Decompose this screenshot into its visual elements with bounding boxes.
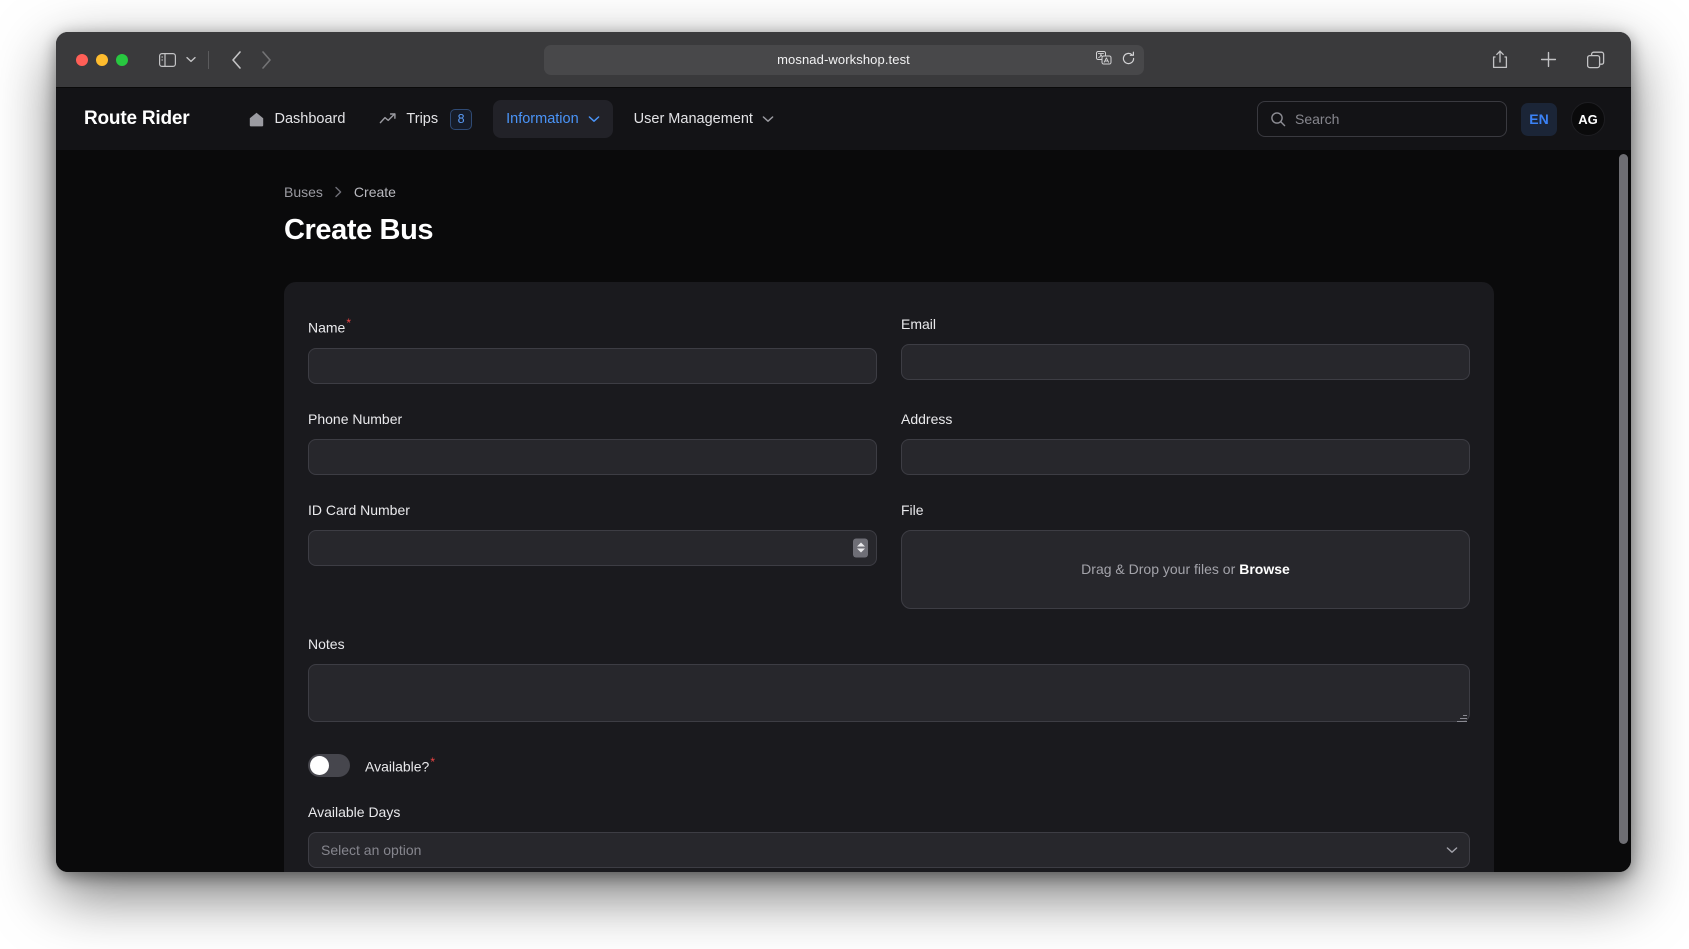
field-address: Address [901,411,1470,475]
browse-link[interactable]: Browse [1239,561,1290,577]
window-traffic-lights [76,53,128,66]
safari-browser-window: mosnad-workshop.test Route Rider Dashboa… [56,32,1631,872]
label-text: Name [308,319,346,336]
label-text: Available? [365,758,430,775]
chevron-down-icon [588,115,600,123]
stepper-up-icon[interactable] [856,542,865,547]
nav-item-label: User Management [633,111,753,127]
page-title: Create Bus [284,214,434,246]
form-grid: Name* Email Phone Number Address ID Card… [308,316,1470,872]
toggle-knob [310,755,329,775]
field-label-address: Address [901,410,953,427]
field-label-file: File [901,501,924,518]
translate-icon[interactable] [1095,51,1112,68]
field-id-card-number: ID Card Number [308,502,877,609]
field-available-days: Available Days Select an option [308,804,1470,868]
chevron-right-icon [334,186,343,198]
page-body: Buses Create Create Bus Name* Email Phon… [56,150,1631,872]
chevron-down-icon[interactable] [1446,846,1458,854]
share-icon[interactable] [1487,48,1513,72]
field-label-name: Name* [308,316,877,336]
content-container: Buses Create Create Bus Name* Email Phon… [56,184,1631,872]
toolbar-right-actions [1487,48,1609,72]
breadcrumb-item-create: Create [353,184,396,200]
id-card-number-input[interactable] [308,529,877,566]
page-scrollbar[interactable] [1619,154,1628,844]
create-bus-form-card: Name* Email Phone Number Address ID Card… [284,282,1494,872]
tab-overview-icon[interactable] [1583,48,1609,72]
field-label-notes: Notes [308,635,345,652]
nav-item-label: Information [506,111,579,127]
trending-up-icon [379,112,397,126]
nav-item-trips[interactable]: Trips 8 [366,100,485,138]
field-label-available-days: Available Days [308,803,401,820]
chevron-down-icon[interactable] [182,48,200,72]
stepper-down-icon[interactable] [856,548,865,553]
field-label-phone-number: Phone Number [308,410,403,427]
name-input[interactable] [308,347,877,384]
nav-right-controls: EN AG [1257,101,1605,137]
web-page-viewport: Route Rider Dashboard Trips 8 Informatio… [56,88,1631,872]
close-window-button[interactable] [76,53,88,66]
notes-textarea[interactable] [308,663,1470,722]
forward-button[interactable] [253,48,279,72]
search-icon [1270,111,1286,127]
field-label-id-card-number: ID Card Number [308,501,410,518]
chevron-down-icon [762,115,774,123]
nav-item-label: Trips [406,111,439,127]
avatar[interactable]: AG [1571,102,1605,136]
address-bar[interactable]: mosnad-workshop.test [543,44,1144,75]
search-input[interactable] [1295,111,1494,127]
home-icon [248,111,265,128]
address-bar-actions [1095,51,1136,69]
toolbar-divider [208,50,209,69]
phone-number-input[interactable] [308,438,877,475]
available-toggle-row: Available?* [308,753,1470,777]
available-days-select[interactable]: Select an option [308,831,1470,868]
app-brand-logo[interactable]: Route Rider [84,108,190,130]
url-text: mosnad-workshop.test [777,52,910,67]
dropzone-text: Drag & Drop your files or [1081,561,1236,578]
desktop-background: mosnad-workshop.test Route Rider Dashboa… [0,0,1689,949]
address-input[interactable] [901,438,1470,475]
nav-item-information[interactable]: Information [493,100,613,138]
language-switcher[interactable]: EN [1521,102,1557,136]
available-days-select-wrapper: Select an option [308,831,1470,868]
search-box[interactable] [1257,101,1507,137]
nav-item-label: Dashboard [274,111,346,127]
select-placeholder: Select an option [321,841,422,858]
required-asterisk: * [430,755,436,770]
field-notes: Notes [308,636,1470,727]
available-toggle[interactable] [308,753,350,777]
number-stepper[interactable] [853,538,868,558]
available-toggle-label: Available?* [365,755,435,775]
nav-item-user-management[interactable]: User Management [621,100,787,138]
browser-toolbar: mosnad-workshop.test [56,32,1631,88]
field-file: File Drag & Drop your files or Browse [901,502,1470,609]
breadcrumb: Buses Create [284,184,1571,200]
field-label-email: Email [901,316,937,332]
email-input[interactable] [901,344,1470,380]
plus-icon[interactable] [1535,48,1561,72]
file-dropzone[interactable]: Drag & Drop your files or Browse [901,529,1470,609]
field-email: Email [901,316,1470,384]
field-available: Available?* [308,753,1470,804]
trips-count-badge: 8 [450,108,473,130]
minimize-window-button[interactable] [96,53,108,66]
sidebar-controls [128,48,200,72]
app-top-navigation: Route Rider Dashboard Trips 8 Informatio… [56,88,1631,150]
nav-item-dashboard[interactable]: Dashboard [235,100,358,138]
breadcrumb-item-buses[interactable]: Buses [284,184,323,200]
sidebar-icon[interactable] [154,48,180,72]
field-name: Name* [308,316,877,384]
id-card-number-wrapper [308,529,877,566]
notes-wrapper [308,663,1470,727]
maximize-window-button[interactable] [116,53,128,66]
required-asterisk: * [346,316,352,330]
field-phone-number: Phone Number [308,411,877,475]
back-button[interactable] [223,48,249,72]
reload-icon[interactable] [1121,51,1136,69]
